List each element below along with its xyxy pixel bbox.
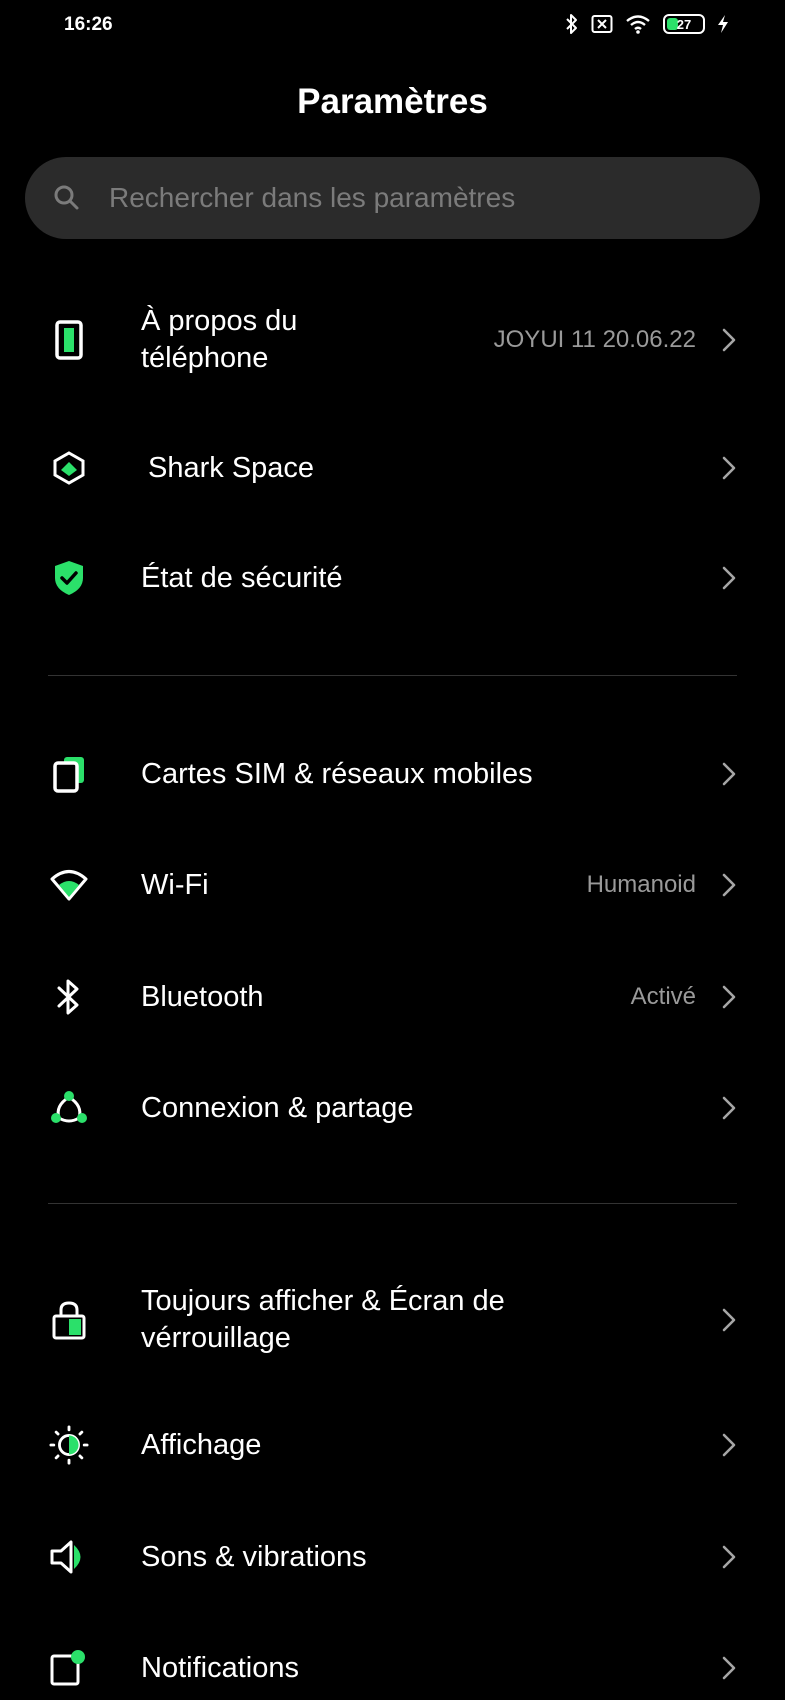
settings-item-value: Activé [630, 983, 696, 1010]
bluetooth-status-icon [565, 13, 579, 35]
label-line-2: vérrouillage [141, 1322, 291, 1354]
settings-item-sounds-vibrations[interactable]: Sons & vibrations [0, 1517, 785, 1597]
chevron-right-icon [722, 328, 736, 352]
chevron-right-icon [722, 1433, 736, 1457]
shield-check-icon [49, 558, 89, 598]
brightness-icon [49, 1425, 89, 1465]
bluetooth-icon [49, 977, 89, 1017]
chevron-right-icon [722, 1096, 736, 1120]
settings-item-display[interactable]: Affichage [0, 1405, 785, 1485]
status-icons: 27 [565, 13, 729, 35]
settings-item-label: Connexion & partage [141, 1091, 414, 1124]
settings-item-security-status[interactable]: État de sécurité [0, 538, 785, 618]
label-line-1: Toujours afficher & Écran de [141, 1285, 505, 1317]
settings-item-value: Humanoid [586, 871, 696, 898]
section-divider [48, 675, 737, 676]
share-icon [49, 1088, 89, 1128]
settings-item-label: Sons & vibrations [141, 1540, 367, 1573]
chevron-right-icon [722, 985, 736, 1009]
settings-item-label: Toujours afficher & Écran de vérrouillag… [141, 1283, 505, 1357]
chevron-right-icon [722, 762, 736, 786]
settings-item-label: Shark Space [148, 451, 315, 484]
search-input[interactable] [109, 182, 709, 214]
settings-item-label: État de sécurité [141, 561, 343, 594]
settings-item-about-phone[interactable]: À propos du téléphone JOYUI 11 20.06.22 [0, 300, 785, 380]
settings-item-label: À propos du téléphone [141, 303, 297, 377]
label-line-1: À propos du [141, 305, 298, 337]
settings-item-sim-cards[interactable]: Cartes SIM & réseaux mobiles [0, 734, 785, 814]
status-bar: 16:26 27 [0, 0, 785, 52]
search-bar[interactable] [25, 157, 760, 239]
chevron-right-icon [722, 456, 736, 480]
no-sim-status-icon [591, 14, 613, 34]
chevron-right-icon [722, 1545, 736, 1569]
chevron-right-icon [722, 1656, 736, 1680]
settings-item-connection-sharing[interactable]: Connexion & partage [0, 1068, 785, 1148]
speaker-icon [49, 1537, 89, 1577]
wifi-status-icon [625, 14, 651, 34]
notification-icon [49, 1648, 89, 1688]
label-line-2: téléphone [141, 342, 269, 374]
sim-card-icon [49, 754, 89, 794]
section-divider [48, 1203, 737, 1204]
battery-indicator: 27 [663, 14, 705, 34]
page-title: Paramètres [297, 82, 488, 121]
shark-space-icon [49, 448, 89, 488]
chevron-right-icon [722, 1308, 736, 1332]
wifi-icon [49, 865, 89, 905]
settings-item-value: JOYUI 11 20.06.22 [493, 326, 696, 353]
settings-item-wifi[interactable]: Wi-Fi Humanoid [0, 845, 785, 925]
settings-item-shark-space[interactable]: Shark Space [0, 428, 785, 508]
status-time: 16:26 [64, 14, 113, 35]
settings-item-label: Bluetooth [141, 980, 264, 1013]
chevron-right-icon [722, 566, 736, 590]
settings-item-label: Cartes SIM & réseaux mobiles [141, 757, 533, 790]
settings-item-label: Affichage [141, 1428, 262, 1461]
battery-level: 27 [676, 16, 692, 32]
chevron-right-icon [722, 873, 736, 897]
lock-icon [49, 1300, 89, 1340]
settings-item-lock-screen[interactable]: Toujours afficher & Écran de vérrouillag… [0, 1278, 785, 1362]
search-icon [51, 182, 83, 214]
phone-icon [49, 320, 89, 360]
settings-item-bluetooth[interactable]: Bluetooth Activé [0, 957, 785, 1037]
settings-item-label: Wi-Fi [141, 868, 209, 901]
settings-item-notifications[interactable]: Notifications [0, 1628, 785, 1700]
charging-icon [717, 14, 729, 34]
settings-item-label: Notifications [141, 1651, 299, 1684]
